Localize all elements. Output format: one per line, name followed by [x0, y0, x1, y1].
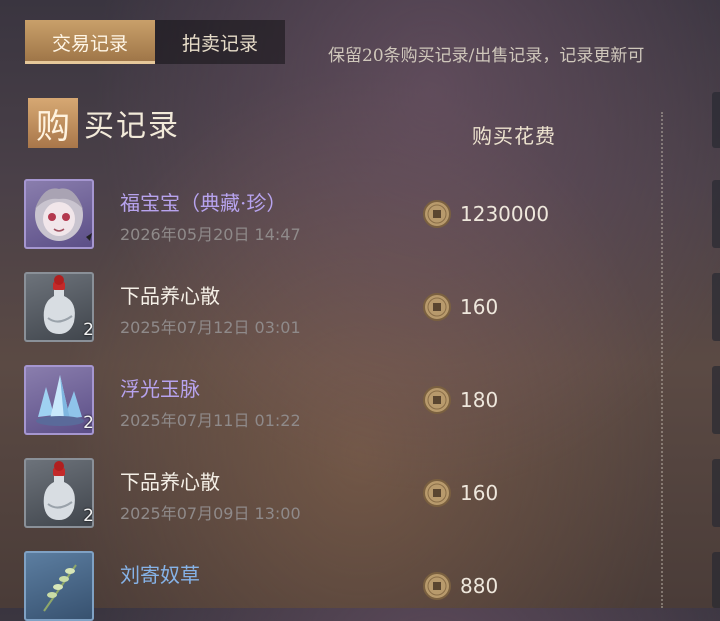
copper-coin-icon	[423, 479, 451, 507]
record-row[interactable]: 刘寄奴草 880	[24, 551, 664, 621]
crystal-ore-icon[interactable]: 2	[24, 365, 94, 435]
tab-auction-records[interactable]: 拍卖记录	[155, 20, 285, 64]
item-name: 下品养心散	[120, 470, 220, 494]
price-value: 880	[460, 574, 499, 598]
section-title-text: 买记录	[84, 109, 180, 144]
record-row[interactable]: 2 浮光玉脉 2025年07月11日 01:22 180	[24, 365, 664, 435]
record-row[interactable]: 2 下品养心散 2025年07月09日 13:00 160	[24, 458, 664, 528]
copper-coin-icon	[423, 200, 451, 228]
column-header-cost: 购买花费	[472, 124, 556, 148]
purchase-price: 160	[422, 292, 498, 322]
price-value: 160	[460, 295, 499, 319]
purchase-time: 2025年07月11日 01:22	[120, 411, 301, 430]
purchase-price: 160	[422, 478, 498, 508]
medicine-bottle-icon[interactable]: 2	[24, 458, 94, 528]
sell-panel-edge	[712, 273, 720, 341]
record-row[interactable]: 2 下品养心散 2025年07月12日 03:01 160	[24, 272, 664, 342]
sell-panel-edge	[712, 552, 720, 608]
item-quantity: 2	[83, 413, 94, 433]
price-value: 1230000	[460, 202, 550, 226]
item-name: 下品养心散	[120, 284, 220, 308]
purchase-time: 2026年05月20日 14:47	[120, 225, 301, 244]
item-quantity: 2	[83, 506, 94, 526]
sell-panel-edge	[712, 180, 720, 248]
item-name: 福宝宝（典藏·珍）	[120, 191, 287, 215]
retention-notice: 保留20条购买记录/出售记录，记录更新可	[328, 46, 645, 66]
item-quantity: 2	[83, 320, 94, 340]
price-value: 160	[460, 481, 499, 505]
record-row[interactable]: 福宝宝（典藏·珍） 2026年05月20日 14:47 1230000	[24, 179, 664, 249]
purchase-price: 180	[422, 385, 498, 415]
copper-coin-icon	[423, 386, 451, 414]
price-value: 180	[460, 388, 499, 412]
purchase-price: 880	[422, 571, 498, 601]
purchase-price: 1230000	[422, 199, 549, 229]
purchase-time: 2025年07月09日 13:00	[120, 504, 301, 523]
section-title-emblem: 购	[28, 98, 78, 148]
purchase-time: 2025年07月12日 03:01	[120, 318, 301, 337]
sell-panel-edge	[712, 92, 720, 148]
herb-icon[interactable]	[24, 551, 94, 621]
item-name: 浮光玉脉	[120, 377, 200, 401]
copper-coin-icon	[423, 572, 451, 600]
sell-panel-edge	[712, 459, 720, 527]
record-tabs: 交易记录 拍卖记录	[25, 20, 285, 64]
copper-coin-icon	[423, 293, 451, 321]
item-name: 刘寄奴草	[120, 563, 200, 587]
sell-panel-edge	[712, 366, 720, 434]
medicine-bottle-icon[interactable]: 2	[24, 272, 94, 342]
section-title: 购 买记录	[28, 98, 180, 148]
tab-trade-records[interactable]: 交易记录	[25, 20, 155, 64]
doll-portrait-icon[interactable]	[24, 179, 94, 249]
